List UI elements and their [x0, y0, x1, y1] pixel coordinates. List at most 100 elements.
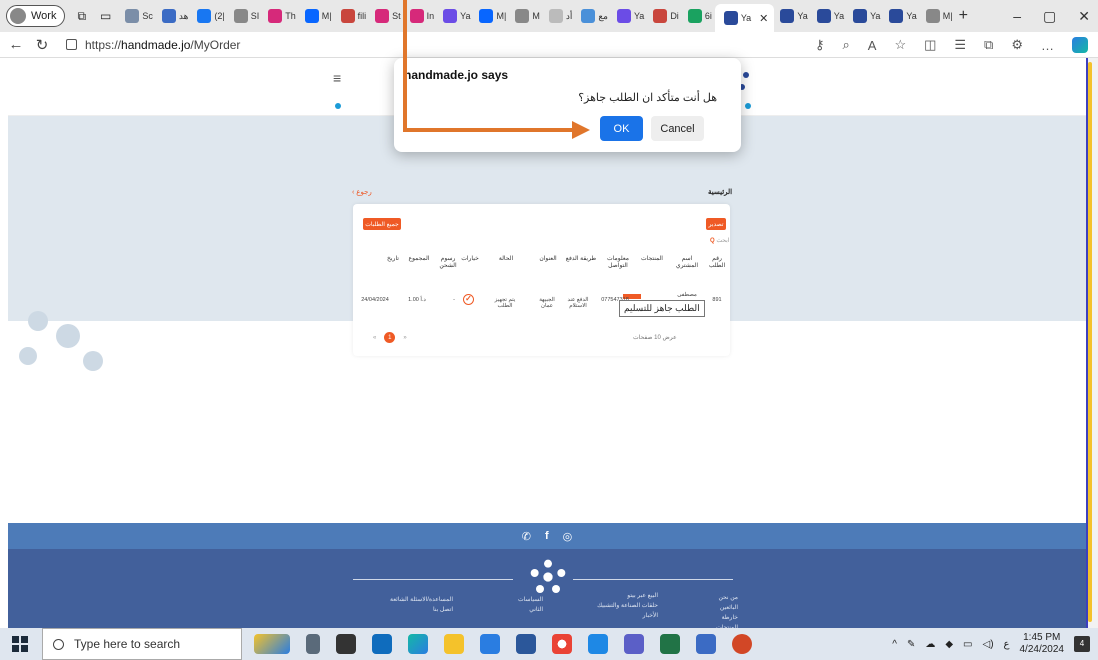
- split-screen-icon[interactable]: ◫: [924, 37, 936, 53]
- close-window-icon[interactable]: ✕: [1078, 8, 1090, 25]
- teams-icon[interactable]: [624, 634, 644, 654]
- scrollbar-thumb[interactable]: [1088, 62, 1092, 622]
- tab[interactable]: M|: [299, 4, 335, 28]
- footer-link[interactable]: الأخبار: [568, 611, 658, 621]
- workspaces-icon[interactable]: ⧉: [77, 9, 86, 24]
- tab[interactable]: In: [404, 4, 438, 28]
- scrollbar[interactable]: [1086, 58, 1098, 628]
- new-tab-button[interactable]: +: [956, 4, 971, 28]
- tab[interactable]: Ya: [811, 4, 847, 28]
- footer-link[interactable]: البائعين: [698, 603, 738, 613]
- all-orders-button[interactable]: جميع الطلبات: [363, 218, 401, 230]
- tab[interactable]: Di: [647, 4, 682, 28]
- restore-icon[interactable]: ▢: [1043, 8, 1056, 25]
- footer-link[interactable]: اتصل بنا: [353, 605, 453, 615]
- browser-toolbar: ⚷ ⌕ A ☆ ◫ ☰ ⧉ ⚙ …: [815, 32, 1088, 58]
- search-placeholder: Type here to search: [74, 637, 181, 651]
- excel-icon[interactable]: [660, 634, 680, 654]
- photos-icon[interactable]: [588, 634, 608, 654]
- minimize-icon[interactable]: –: [1013, 8, 1021, 24]
- footer-link[interactable]: حلقات الصناعة والتشبيك: [568, 601, 658, 611]
- notifications-icon[interactable]: 4: [1074, 636, 1090, 652]
- whatsapp-icon[interactable]: ✆: [522, 530, 531, 543]
- tab[interactable]: Ya: [611, 4, 647, 28]
- cancel-button[interactable]: Cancel: [651, 116, 704, 141]
- next-page-button[interactable]: »: [403, 335, 406, 341]
- annotation-arrow-line: [403, 0, 407, 132]
- extensions-icon[interactable]: ⚙: [1011, 37, 1023, 53]
- powerpoint-icon[interactable]: [732, 634, 752, 654]
- tab[interactable]: Ya: [847, 4, 883, 28]
- back-link[interactable]: ‹ رجوع: [352, 188, 372, 196]
- edge-browser-icon[interactable]: [408, 634, 428, 654]
- ok-button[interactable]: OK: [600, 116, 643, 141]
- tab[interactable]: Ya: [883, 4, 919, 28]
- tab[interactable]: Th: [262, 4, 299, 28]
- tab[interactable]: أد: [543, 4, 576, 28]
- zoom-icon[interactable]: ⌕: [842, 37, 849, 53]
- read-aloud-icon[interactable]: A: [868, 38, 877, 53]
- word-icon[interactable]: [516, 634, 536, 654]
- menu-icon[interactable]: ≡: [333, 70, 341, 86]
- file-explorer-icon[interactable]: [444, 634, 464, 654]
- chevron-up-icon[interactable]: ^: [892, 639, 897, 650]
- key-icon[interactable]: ⚷: [815, 37, 825, 53]
- tab-active[interactable]: Ya ✕: [714, 4, 775, 32]
- battery-icon[interactable]: ▭: [963, 639, 972, 650]
- facebook-icon[interactable]: f: [545, 530, 549, 542]
- tab[interactable]: (2|: [191, 4, 227, 28]
- footer-link[interactable]: المساعدة/الاسئلة الشائعة: [353, 595, 453, 605]
- favorites-list-icon[interactable]: ☰: [954, 37, 966, 53]
- tab[interactable]: M|: [473, 4, 509, 28]
- tab[interactable]: M: [509, 4, 543, 28]
- footer-link[interactable]: خارطة المنتجات: [698, 613, 738, 628]
- pen-icon[interactable]: ✎: [907, 639, 915, 650]
- clock[interactable]: 1:45 PM 4/24/2024: [1020, 632, 1065, 656]
- more-menu-icon[interactable]: …: [1041, 38, 1054, 53]
- prev-page-button[interactable]: «: [373, 335, 376, 341]
- chrome-icon[interactable]: [552, 634, 572, 654]
- url-field[interactable]: https://handmade.jo/MyOrder: [66, 38, 240, 52]
- tab[interactable]: St: [369, 4, 404, 28]
- windows-start-icon[interactable]: [12, 636, 28, 652]
- export-button[interactable]: تصدير: [706, 218, 726, 230]
- ready-check-icon[interactable]: ✓: [463, 294, 474, 305]
- news-widget-icon[interactable]: [254, 634, 290, 654]
- tab[interactable]: Sc: [119, 4, 156, 28]
- app-icon[interactable]: [696, 634, 716, 654]
- tab[interactable]: 6i: [682, 4, 715, 28]
- breadcrumb[interactable]: الرئيسية: [708, 188, 732, 196]
- cloud-icon[interactable]: ☁: [925, 639, 935, 650]
- taskbar-search[interactable]: Type here to search: [42, 628, 242, 660]
- current-page-button[interactable]: 1: [384, 332, 396, 343]
- tab[interactable]: M|: [920, 4, 956, 28]
- per-page-select[interactable]: عرض 10 صفحات: [633, 334, 677, 341]
- shield-icon[interactable]: ◆: [945, 639, 953, 650]
- search-field[interactable]: Q ابحث: [710, 237, 729, 244]
- tab[interactable]: SI: [228, 4, 263, 28]
- back-arrow-icon[interactable]: ←: [6, 36, 26, 53]
- favorite-star-icon[interactable]: ☆: [894, 37, 906, 53]
- collections-icon[interactable]: ⧉: [984, 37, 993, 53]
- footer-link[interactable]: السياسات: [488, 595, 543, 605]
- tab[interactable]: Ya: [437, 4, 473, 28]
- tab[interactable]: fili: [335, 4, 370, 28]
- tab-actions-icon[interactable]: ▭: [100, 9, 111, 23]
- tab[interactable]: هد: [156, 4, 191, 28]
- notes-app-icon[interactable]: [336, 634, 356, 654]
- profile-button[interactable]: Work: [6, 5, 66, 27]
- close-tab-icon[interactable]: ✕: [759, 12, 768, 25]
- tab[interactable]: مع: [575, 4, 611, 28]
- outlook-icon[interactable]: [372, 634, 392, 654]
- volume-icon[interactable]: ◁): [983, 639, 994, 650]
- footer-link[interactable]: من نحن: [698, 593, 738, 603]
- language-indicator[interactable]: ع: [1004, 639, 1010, 650]
- instagram-icon[interactable]: ◎: [563, 530, 573, 543]
- footer-link[interactable]: البيع عبر بيتو: [568, 591, 658, 601]
- tab[interactable]: Ya: [774, 4, 810, 28]
- task-view-icon[interactable]: [306, 634, 320, 654]
- copilot-icon[interactable]: [1072, 37, 1088, 53]
- footer-link[interactable]: الثاني: [488, 605, 543, 615]
- reload-icon[interactable]: ↻: [32, 36, 52, 54]
- store-icon[interactable]: [480, 634, 500, 654]
